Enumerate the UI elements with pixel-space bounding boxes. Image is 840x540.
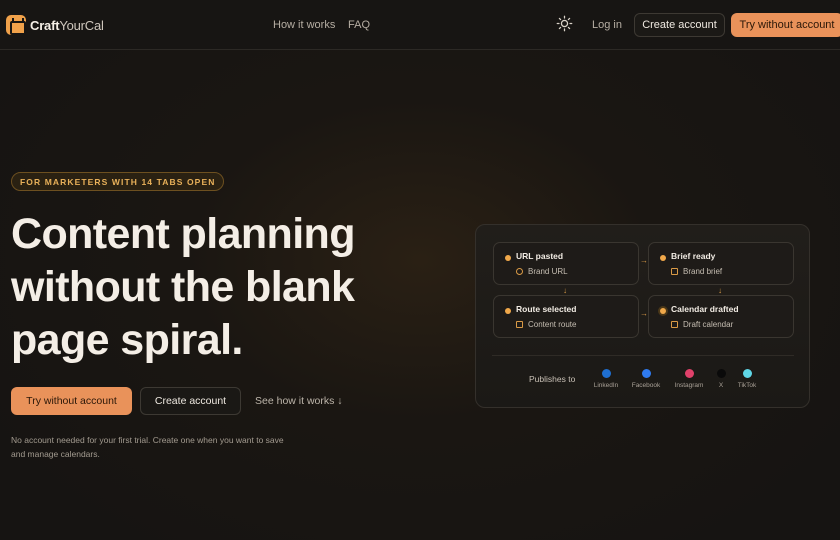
- step-subtitle: Draft calendar: [671, 320, 733, 329]
- step-calendar-drafted: Calendar drafted Draft calendar: [648, 295, 794, 338]
- top-nav: Craft YourCal How it works FAQ Log in Cr…: [0, 0, 840, 50]
- step-title: Calendar drafted: [671, 304, 739, 314]
- nav-link-faq[interactable]: FAQ: [348, 19, 370, 31]
- publishes-to-label: Publishes to: [529, 374, 576, 384]
- hero-footnote: No account needed for your first trial. …: [11, 435, 284, 459]
- status-dot: [505, 255, 511, 261]
- tiktok-icon: [742, 369, 752, 378]
- brand-name-bold: Craft: [30, 17, 60, 33]
- step-subtitle: Brand brief: [671, 267, 722, 276]
- arrow-down-icon: ↓: [718, 286, 722, 295]
- nav-link-how-it-works[interactable]: How it works: [273, 19, 335, 31]
- calendar-icon: [671, 321, 678, 328]
- route-icon: [516, 321, 523, 328]
- hero-headline: Content planning without the blank page …: [11, 208, 431, 367]
- platform-facebook: Facebook: [626, 369, 666, 389]
- see-how-it-works-link[interactable]: See how it works ↓: [255, 395, 343, 407]
- arrow-down-icon: ↓: [563, 286, 567, 295]
- calendar-logo-icon: [6, 15, 26, 35]
- facebook-icon: [641, 369, 651, 378]
- step-subtitle: Brand URL: [516, 267, 568, 276]
- platform-name: LinkedIn: [593, 382, 619, 389]
- sun-icon[interactable]: [556, 15, 573, 32]
- status-dot: [505, 308, 511, 314]
- step-subtitle-text: Brand brief: [683, 267, 723, 276]
- login-link[interactable]: Log in: [592, 19, 622, 31]
- step-url-pasted: URL pasted Brand URL: [493, 242, 639, 285]
- status-dot: [660, 255, 666, 261]
- step-subtitle: Content route: [516, 320, 576, 329]
- create-account-button[interactable]: Create account: [140, 387, 241, 415]
- workflow-card: URL pasted Brand URL → Brief ready Brand…: [475, 224, 810, 408]
- platform-name: Facebook: [631, 382, 661, 389]
- brand-name-light: YourCal: [59, 17, 104, 33]
- brand-logo[interactable]: Craft YourCal: [6, 14, 104, 36]
- document-icon: [671, 268, 678, 275]
- headline-line-3: page spiral.: [11, 316, 243, 364]
- nav-create-account-button[interactable]: Create account: [634, 13, 725, 37]
- platform-name: TikTok: [737, 382, 757, 389]
- x-icon: [716, 369, 726, 378]
- arrow-right-icon: →: [640, 256, 648, 265]
- globe-icon: [516, 268, 523, 275]
- audience-badge: FOR MARKETERS WITH 14 TABS OPEN: [11, 172, 225, 191]
- instagram-icon: [684, 369, 694, 378]
- step-subtitle-text: Draft calendar: [683, 320, 734, 329]
- headline-line-1: Content planning: [11, 210, 355, 258]
- divider: [492, 355, 794, 356]
- linkedin-icon: [601, 369, 611, 378]
- step-title: Route selected: [516, 304, 577, 314]
- step-title: URL pasted: [516, 251, 564, 261]
- nav-try-without-account-button[interactable]: Try without account: [731, 13, 840, 37]
- headline-line-2: without the blank: [11, 263, 355, 311]
- step-subtitle-text: Brand URL: [528, 267, 568, 276]
- step-title: Brief ready: [671, 251, 716, 261]
- arrow-right-icon: →: [640, 309, 648, 318]
- platform-tiktok: TikTok: [727, 369, 767, 389]
- step-route-selected: Route selected Content route: [493, 295, 639, 338]
- status-dot-active: [660, 308, 666, 314]
- try-without-account-button[interactable]: Try without account: [11, 387, 132, 415]
- step-brief-ready: Brief ready Brand brief: [648, 242, 794, 285]
- platform-linkedin: LinkedIn: [586, 369, 626, 389]
- step-subtitle-text: Content route: [528, 320, 577, 329]
